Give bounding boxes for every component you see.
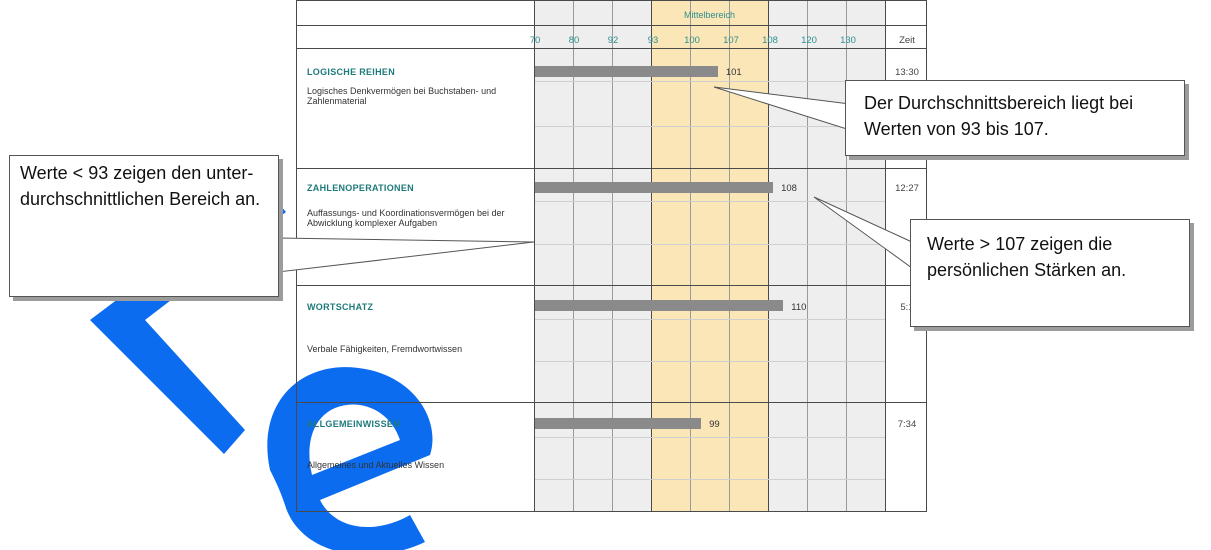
- tick-label: 108: [762, 35, 778, 46]
- tick-label: 93: [647, 35, 659, 46]
- grid-line: [651, 1, 652, 511]
- grid-line: [807, 1, 808, 511]
- time-column-header: Zeit: [899, 35, 915, 46]
- grid-line-h: [535, 361, 885, 362]
- score-value: 108: [781, 183, 797, 194]
- tick-label: 70: [529, 35, 541, 46]
- section-title: ZAHLENOPERATIONEN: [307, 183, 414, 193]
- grid-line: [846, 1, 847, 511]
- time-value: 13:30: [895, 67, 919, 78]
- callout-text: Werte < 93 zeigen den unter-durchschnitt…: [20, 163, 261, 209]
- above-average-band: [768, 1, 885, 511]
- grid-line-h: [535, 201, 885, 202]
- score-value: 110: [791, 302, 807, 313]
- section-title: LOGISCHE REIHEN: [307, 67, 396, 77]
- tick-label: 107: [723, 35, 739, 46]
- callout-average-range: Der Durchschnittsbereich liegt bei Werte…: [845, 80, 1185, 156]
- section-description: Auffassungs- und Koordinationsvermögen b…: [307, 208, 505, 228]
- row-divider: [297, 285, 926, 286]
- grid-line-h: [535, 437, 885, 438]
- callout-text: Werte > 107 zeigen die persönlichen Stär…: [927, 234, 1127, 280]
- section-description: Allgemeines und Aktuelles Wissen: [307, 460, 445, 470]
- grid-line-h: [535, 81, 885, 82]
- section-description: Verbale Fähigkeiten, Fremdwortwissen: [307, 344, 463, 354]
- row-divider: [297, 402, 926, 403]
- callout-below-average: Werte < 93 zeigen den unter-durchschnitt…: [9, 155, 279, 297]
- grid-line-h: [535, 126, 885, 127]
- row-divider: [297, 168, 926, 169]
- tick-label: 92: [607, 35, 619, 46]
- average-range-header: Mittelbereich: [683, 10, 736, 20]
- grid-line: [534, 1, 535, 511]
- time-value: 12:27: [895, 183, 919, 194]
- tick-label: 100: [684, 35, 700, 46]
- grid-line: [768, 1, 769, 511]
- tick-label: 80: [568, 35, 580, 46]
- score-value: 101: [725, 67, 742, 78]
- callout-text: Der Durchschnittsbereich liegt bei Werte…: [864, 93, 1134, 139]
- grid-line-h: [535, 319, 885, 320]
- tick-label: 120: [801, 35, 817, 46]
- grid-line: [885, 1, 886, 511]
- score-bar: [535, 300, 784, 311]
- score-bar: [535, 66, 718, 77]
- section-title: ALLGEMEINWISSEN: [307, 419, 401, 429]
- score-bar: [535, 182, 774, 193]
- tick-label: 130: [840, 35, 856, 46]
- grid-line-h: [535, 479, 885, 480]
- grid-line-h: [535, 244, 885, 245]
- row-divider: [297, 48, 926, 49]
- below-average-band: [535, 1, 651, 511]
- callout-strengths: Werte > 107 zeigen die persönlichen Stär…: [910, 219, 1190, 327]
- grid-line: [612, 1, 613, 511]
- score-report-table: Mittelbereich 70 80 92 93 100 107 108 12…: [296, 0, 927, 512]
- section-description: Logisches Denkvermögen bei Buchstaben- u…: [307, 86, 497, 106]
- section-title: WORTSCHATZ: [307, 302, 374, 312]
- score-value: 99: [709, 419, 720, 430]
- average-band: [651, 1, 768, 511]
- grid-line: [690, 1, 691, 511]
- score-bar: [535, 418, 702, 429]
- grid-line: [573, 1, 574, 511]
- time-value: 7:34: [897, 419, 917, 430]
- row-divider: [297, 25, 926, 26]
